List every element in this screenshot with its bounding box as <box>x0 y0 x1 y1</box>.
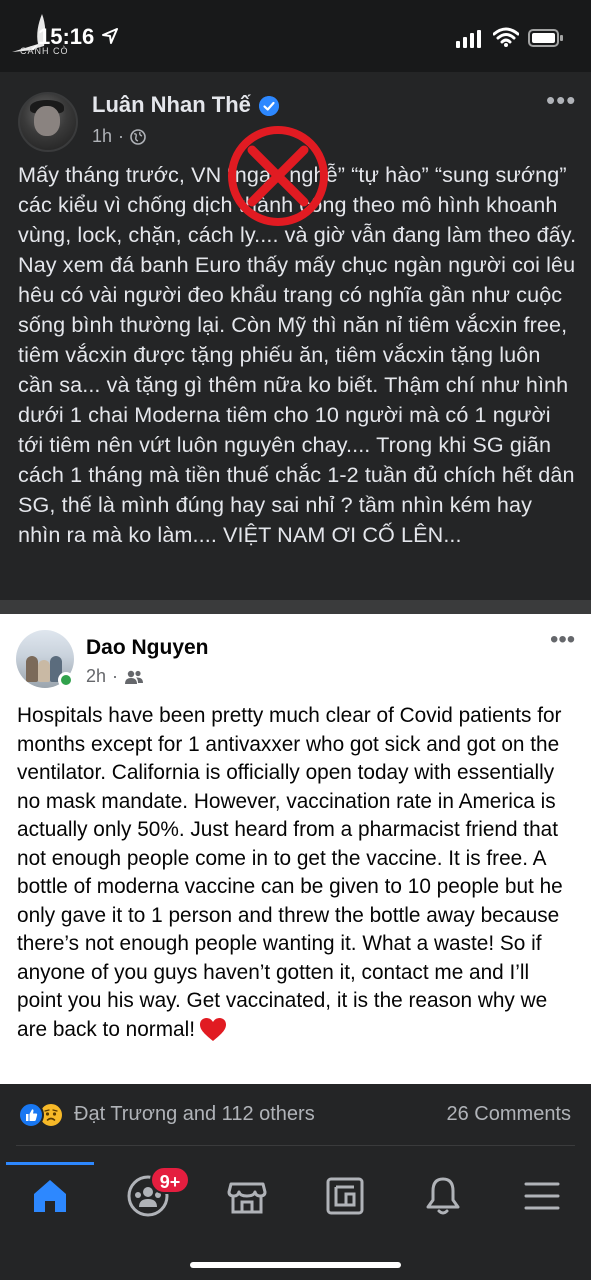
news-feed-icon[interactable] <box>323 1174 367 1218</box>
online-status-dot <box>58 672 74 688</box>
bottom-navigation: 9+ <box>0 1146 591 1280</box>
post-separator <box>0 600 591 614</box>
post-meta: 2h · <box>86 666 144 687</box>
post-text-content: Hospitals have been pretty much clear of… <box>17 704 563 1041</box>
comments-count[interactable]: 26 Comments <box>447 1103 572 1126</box>
avatar-face <box>34 106 60 136</box>
reactions-bar: Đạt Trương and 112 others 26 Comments <box>0 1084 591 1146</box>
friends-audience-icon <box>125 670 144 684</box>
verified-badge-icon <box>259 96 279 116</box>
clock: 15:16 <box>38 24 95 49</box>
menu-icon[interactable] <box>520 1174 564 1218</box>
marketplace-icon[interactable] <box>225 1174 269 1218</box>
status-bar: CÁNH CÒ 15:16 <box>0 0 591 72</box>
meta-dot: · <box>118 126 125 146</box>
post-card-light: Dao Nguyen 2h · ••• Hospitals have been … <box>0 614 591 1084</box>
globe-icon <box>130 128 146 145</box>
post-author-name[interactable]: Luân Nhan Thế <box>92 92 251 118</box>
post-author-name[interactable]: Dao Nguyen <box>86 636 209 660</box>
reaction-icons[interactable] <box>18 1102 64 1128</box>
more-options-icon[interactable]: ••• <box>550 628 575 652</box>
more-options-icon[interactable]: ••• <box>546 87 576 113</box>
home-indicator[interactable] <box>190 1262 401 1268</box>
battery-icon <box>528 29 563 47</box>
reactions-summary[interactable]: Đạt Trương and 112 others <box>74 1103 315 1126</box>
notification-badge: 9+ <box>150 1166 190 1194</box>
avatar[interactable] <box>18 92 78 152</box>
post-card-dark: Luân Nhan Thế 1h · ••• Mấy tháng trước, … <box>0 72 591 600</box>
notifications-icon[interactable] <box>421 1174 465 1218</box>
avatar-person <box>26 656 38 682</box>
avatar-person <box>38 660 50 682</box>
red-cross-stamp-icon <box>228 126 328 226</box>
meta-dot: · <box>112 666 119 686</box>
wifi-icon <box>493 27 519 47</box>
location-arrow-icon <box>102 28 118 44</box>
post-time[interactable]: 2h <box>86 666 106 687</box>
active-tab-indicator <box>6 1162 94 1165</box>
post-time[interactable]: 1h <box>92 126 112 147</box>
like-reaction-icon <box>18 1102 44 1128</box>
red-heart-icon <box>200 1018 227 1041</box>
home-icon[interactable] <box>28 1174 72 1218</box>
cellular-signal-icon <box>456 30 481 48</box>
post-text: Hospitals have been pretty much clear of… <box>17 702 579 1044</box>
post-meta: 1h · <box>92 126 146 147</box>
